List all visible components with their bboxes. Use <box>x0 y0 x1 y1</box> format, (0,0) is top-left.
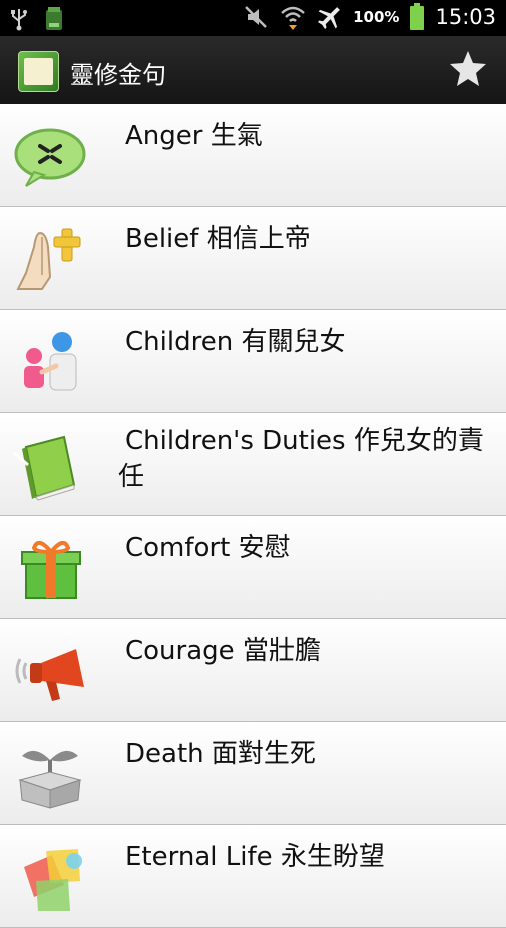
list-item[interactable]: Death 面對生死 <box>0 722 506 825</box>
list-item[interactable]: Courage 當壯膽 <box>0 619 506 722</box>
battery-icon <box>410 3 425 30</box>
list-item[interactable]: Belief 相信上帝 <box>0 207 506 310</box>
list-item[interactable]: Children 有關兒女 <box>0 310 506 413</box>
clock: 15:03 <box>435 5 496 29</box>
topic-label: Children 有關兒女 <box>125 327 346 357</box>
topic-list: Anger 生氣 Belief 相信上帝 Children 有關兒女 Child… <box>0 104 506 928</box>
action-bar: 靈修金句 <box>0 36 506 106</box>
wifi-icon <box>281 6 305 30</box>
parent-child-icon <box>24 332 77 391</box>
list-item[interactable]: Children's Duties 作兒女的責任 <box>0 413 506 516</box>
storage-icon <box>46 7 62 30</box>
status-bar: 100% 15:03 <box>0 0 506 36</box>
topic-label: Comfort 安慰 <box>125 533 291 563</box>
topic-label: Death 面對生死 <box>125 739 316 769</box>
angry-speech-bubble-icon <box>14 128 86 187</box>
gift-box-icon <box>21 540 81 599</box>
box-sprout-icon <box>18 750 82 809</box>
megaphone-icon <box>15 649 84 701</box>
list-item[interactable]: Eternal Life 永生盼望 <box>0 825 506 928</box>
usb-icon <box>11 9 27 31</box>
airplane-mode-icon <box>318 7 341 30</box>
green-book-icon <box>13 435 76 501</box>
topic-label: Children's Duties 作兒女的責任 <box>118 426 484 492</box>
glowing-pieces-icon <box>24 849 82 911</box>
app-logo[interactable] <box>18 51 59 92</box>
topic-label: Anger 生氣 <box>125 121 263 151</box>
mute-icon <box>245 6 268 28</box>
topic-label: Eternal Life 永生盼望 <box>125 842 385 872</box>
topic-label: Courage 當壯膽 <box>125 636 321 666</box>
battery-percent: 100% <box>353 8 400 26</box>
list-item[interactable]: Comfort 安慰 <box>0 516 506 619</box>
app-title: 靈修金句 <box>70 61 166 89</box>
star-icon[interactable] <box>448 49 488 89</box>
praying-hands-cross-icon <box>16 228 81 290</box>
topic-label: Belief 相信上帝 <box>125 224 311 254</box>
list-item[interactable]: Anger 生氣 <box>0 104 506 207</box>
